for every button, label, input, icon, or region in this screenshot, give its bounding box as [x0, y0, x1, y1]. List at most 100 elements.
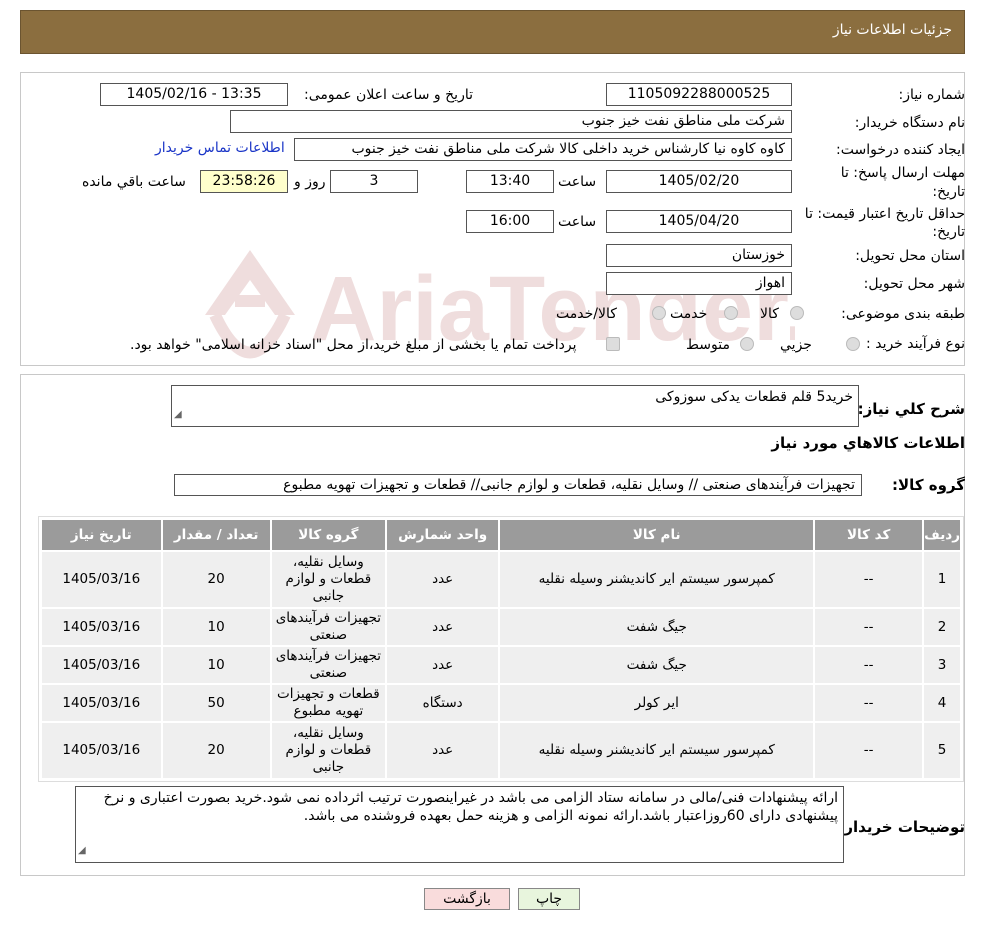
- province-label: استان محل تحویل:: [855, 248, 965, 264]
- cell-code: --: [813, 607, 925, 647]
- cell-qty: 10: [160, 607, 272, 647]
- summary-label: شرح کلي نیاز:: [857, 400, 965, 418]
- table-row: 2 -- جیگ شفت عدد تجهیزات فرآیندهای صنعتی…: [40, 607, 962, 647]
- table-row: 4 -- ایر کولر دستگاه قطعات و تجهیزات تهو…: [40, 683, 962, 723]
- cell-qty: 50: [160, 683, 272, 723]
- remaining-time-field: 23:58:26: [200, 170, 288, 193]
- process-option-medium: متوسط: [686, 337, 730, 353]
- cell-name: جیگ شفت: [498, 645, 816, 685]
- cell-qty: 20: [160, 721, 272, 780]
- cell-name: ایر کولر: [498, 683, 816, 723]
- cell-row: 1: [922, 550, 962, 609]
- need-number-label: شماره نیاز:: [898, 87, 966, 103]
- validity-time-field: 16:00: [466, 210, 554, 233]
- days-label: روز و: [294, 174, 326, 190]
- cell-unit: عدد: [385, 607, 501, 647]
- cell-group: تجهیزات فرآیندهای صنعتی: [269, 645, 388, 685]
- requester-label: ایجاد کننده درخواست:: [836, 142, 965, 158]
- print-button[interactable]: چاپ: [518, 888, 580, 910]
- col-name: نام کالا: [498, 518, 816, 552]
- category-option-goods: کالا: [760, 306, 779, 322]
- contact-buyer-link[interactable]: اطلاعات تماس خریدار: [155, 140, 285, 156]
- cell-unit: عدد: [385, 550, 501, 609]
- cell-date: 1405/03/16: [40, 550, 163, 609]
- resize-grip-icon[interactable]: ◢: [78, 842, 86, 860]
- category-label: طبقه بندی موضوعی:: [841, 306, 965, 322]
- goods-group-label: گروه کالا:: [892, 476, 965, 494]
- items-table-wrapper: ردیف کد کالا نام کالا واحد شمارش گروه کا…: [38, 516, 964, 782]
- page-header: جزئیات اطلاعات نیاز: [20, 10, 965, 54]
- cell-code: --: [813, 645, 925, 685]
- table-row: 5 -- کمپرسور سیستم ایر کاندیشنر وسیله نق…: [40, 721, 962, 780]
- cell-unit: عدد: [385, 721, 501, 780]
- process-option-minor: جزیي: [780, 337, 812, 353]
- validity-time-label: ساعت: [558, 214, 597, 230]
- cell-date: 1405/03/16: [40, 645, 163, 685]
- cell-row: 4: [922, 683, 962, 723]
- deadline-label: مهلت ارسال پاسخ: تا: [840, 165, 965, 181]
- notes-label: توضیحات خریدار:: [838, 818, 965, 836]
- category-radio-goods-service[interactable]: [652, 306, 666, 320]
- process-radio-medium[interactable]: [740, 337, 754, 351]
- table-row: 1 -- کمپرسور سیستم ایر کاندیشنر وسیله نق…: [40, 550, 962, 609]
- notes-field: ارائه پیشنهادات فنی/مالی در سامانه ستاد …: [75, 786, 844, 863]
- announce-label: تاریخ و ساعت اعلان عمومی:: [304, 87, 473, 103]
- table-row: 3 -- جیگ شفت عدد تجهیزات فرآیندهای صنعتی…: [40, 645, 962, 685]
- resize-grip-icon[interactable]: ◢: [174, 406, 182, 424]
- process-label: نوع فرآیند خرید :: [866, 336, 965, 352]
- items-table: ردیف کد کالا نام کالا واحد شمارش گروه کا…: [40, 518, 962, 780]
- category-option-goods-service: کالا/خدمت: [556, 306, 617, 322]
- city-label: شهر محل تحویل:: [863, 276, 965, 292]
- col-qty: تعداد / مقدار: [160, 518, 272, 552]
- cell-code: --: [813, 683, 925, 723]
- cell-row: 5: [922, 721, 962, 780]
- col-group: گروه کالا: [269, 518, 388, 552]
- buyer-org-field: شرکت ملی مناطق نفت خیز جنوب: [230, 110, 792, 133]
- back-button[interactable]: بازگشت: [424, 888, 510, 910]
- cell-date: 1405/03/16: [40, 721, 163, 780]
- category-option-service: خدمت: [670, 306, 708, 322]
- col-unit: واحد شمارش: [385, 518, 501, 552]
- table-header-row: ردیف کد کالا نام کالا واحد شمارش گروه کا…: [40, 518, 962, 552]
- process-checkbox-treasury[interactable]: [606, 337, 620, 351]
- goods-info-title: اطلاعات کالاهاي مورد نیاز: [771, 434, 965, 452]
- remaining-label: ساعت باقي مانده: [82, 174, 186, 190]
- announce-field: 1405/02/16 - 13:35: [100, 83, 288, 106]
- page-title: جزئیات اطلاعات نیاز: [832, 22, 952, 38]
- cell-name: کمپرسور سیستم ایر کاندیشنر وسیله نقلیه: [498, 721, 816, 780]
- cell-code: --: [813, 721, 925, 780]
- cell-qty: 10: [160, 645, 272, 685]
- cell-date: 1405/03/16: [40, 607, 163, 647]
- process-radio-minor[interactable]: [846, 337, 860, 351]
- cell-group: تجهیزات فرآیندهای صنعتی: [269, 607, 388, 647]
- cell-code: --: [813, 550, 925, 609]
- deadline-date-field: 1405/02/20: [606, 170, 792, 193]
- validity-label: حداقل تاریخ اعتبار قیمت: تا: [804, 206, 965, 222]
- cell-unit: دستگاه: [385, 683, 501, 723]
- cell-group: وسایل نقلیه، قطعات و لوازم جانبی: [269, 550, 388, 609]
- province-field: خوزستان: [606, 244, 792, 267]
- city-field: اهواز: [606, 272, 792, 295]
- process-note: پرداخت تمام یا بخشی از مبلغ خرید،از محل …: [130, 337, 577, 353]
- cell-row: 2: [922, 607, 962, 647]
- buyer-org-label: نام دستگاه خریدار:: [854, 115, 965, 131]
- need-number-field: 1105092288000525: [606, 83, 792, 106]
- cell-name: کمپرسور سیستم ایر کاندیشنر وسیله نقلیه: [498, 550, 816, 609]
- validity-label-date: تاریخ:: [932, 224, 965, 240]
- goods-group-field: تجهیزات فرآیندهای صنعتی // وسایل نقلیه، …: [174, 474, 862, 496]
- category-radio-goods[interactable]: [790, 306, 804, 320]
- cell-qty: 20: [160, 550, 272, 609]
- cell-unit: عدد: [385, 645, 501, 685]
- cell-group: وسایل نقلیه، قطعات و لوازم جانبی: [269, 721, 388, 780]
- cell-group: قطعات و تجهیزات تهویه مطبوع: [269, 683, 388, 723]
- requester-field: کاوه کاوه نیا کارشناس خرید داخلی کالا شر…: [294, 138, 792, 161]
- validity-date-field: 1405/04/20: [606, 210, 792, 233]
- category-radio-service[interactable]: [724, 306, 738, 320]
- summary-field: خرید5 قلم قطعات یدکی سوزوکی ◢: [171, 385, 859, 427]
- cell-row: 3: [922, 645, 962, 685]
- deadline-label-date: تاریخ:: [932, 184, 965, 200]
- deadline-time-field: 13:40: [466, 170, 554, 193]
- notes-text: ارائه پیشنهادات فنی/مالی در سامانه ستاد …: [103, 790, 838, 824]
- col-row: ردیف: [922, 518, 962, 552]
- col-date: تاریخ نیاز: [40, 518, 163, 552]
